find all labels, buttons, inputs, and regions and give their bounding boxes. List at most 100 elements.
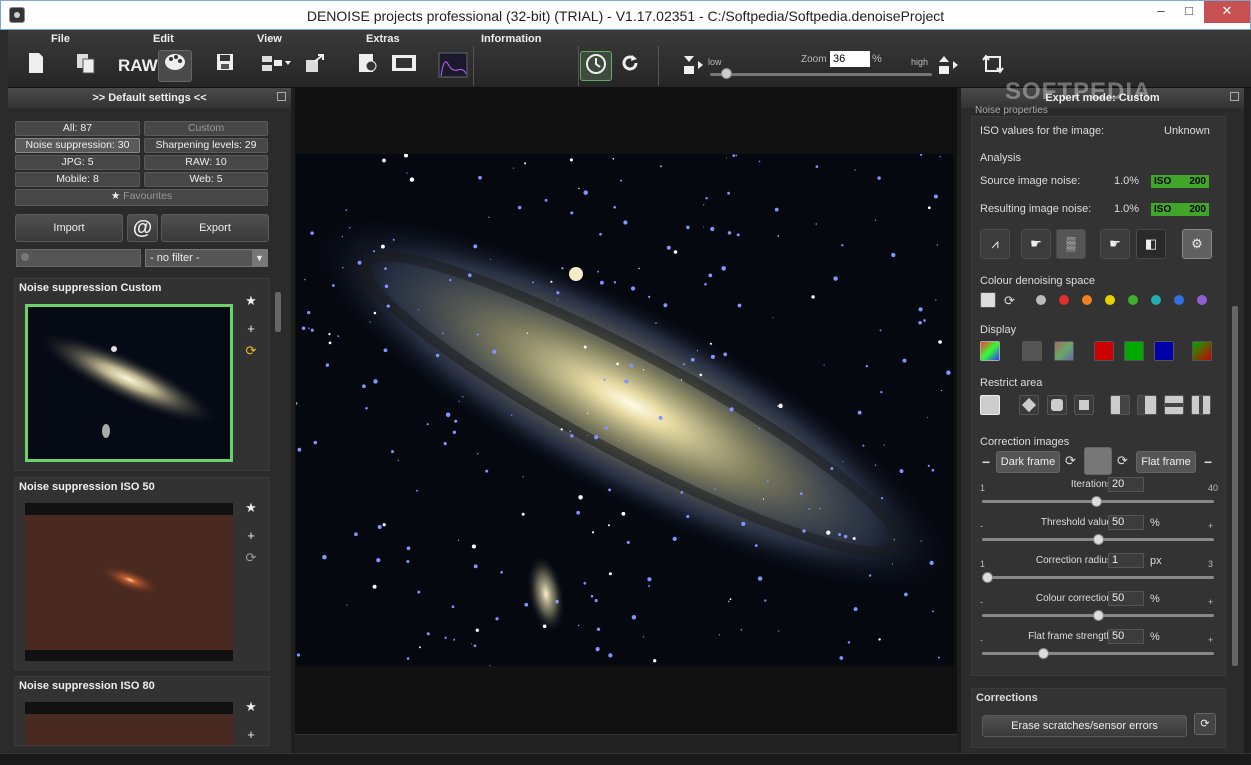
histogram-icon[interactable] [436,52,470,80]
new-file-icon[interactable] [22,52,50,80]
rotate-crop-icon[interactable] [979,52,1007,80]
hand-point-icon[interactable]: ☛ [1100,229,1130,259]
filter-raw-button[interactable]: RAW: 10 [144,155,268,170]
zoom-slider-track[interactable] [710,73,932,76]
slider-handle[interactable] [1093,610,1104,621]
batch-icon[interactable] [353,52,381,80]
zoom-slider-handle[interactable] [720,68,732,79]
view-layout-icon[interactable] [258,52,294,80]
dock-icon[interactable] [1230,92,1239,101]
compare-icon[interactable] [388,52,420,80]
sync-icon[interactable]: ⟳ [1004,293,1015,309]
presets-scrollbar[interactable] [274,278,282,746]
slider-track[interactable] [982,648,1214,659]
export-button[interactable]: Export [161,214,269,242]
display-channels-icon[interactable] [1054,341,1074,361]
filter-custom-button[interactable]: Custom [144,121,268,136]
open-copy-icon[interactable] [72,52,100,80]
preset-search-input[interactable] [16,249,141,267]
area-diamond-icon[interactable] [1019,395,1039,415]
area-right-half-icon[interactable] [1137,395,1157,415]
share-at-button[interactable]: @ [127,214,158,242]
menu-edit[interactable]: Edit [153,33,174,45]
slider-track[interactable] [982,572,1214,583]
filter-favourites-button[interactable]: ★ Favourites [15,189,268,206]
sync-icon[interactable]: ⟳ [243,343,259,359]
preset-thumbnail[interactable] [25,702,233,745]
colour-dot-orange[interactable] [1082,295,1092,305]
camera-icon[interactable] [980,292,996,308]
filter-web-button[interactable]: Web: 5 [144,172,268,187]
erase-scratches-button[interactable]: Erase scratches/sensor errors [982,715,1187,737]
export-view-icon[interactable] [301,52,329,80]
display-rgb-icon[interactable] [980,341,1000,361]
erase-sync-icon[interactable]: ⟳ [1194,713,1216,735]
compass-tool-icon[interactable]: ⩘ [980,229,1010,259]
preset-card[interactable]: Noise suppression ISO 50 ★ + ⟳ [14,477,270,670]
filter-noise-button[interactable]: Noise suppression: 30 [15,138,140,153]
menu-information[interactable]: Information [481,33,542,45]
colour-dot-red[interactable] [1059,295,1069,305]
slider-track[interactable] [982,534,1214,545]
scrollbar-thumb[interactable] [275,292,281,332]
raw-button[interactable]: RAW [118,52,158,80]
slider-value-input[interactable]: 50 [1108,591,1144,606]
remove-dark-frame-icon[interactable]: − [982,454,990,470]
filter-jpg-button[interactable]: JPG: 5 [15,155,140,170]
settings-gear-icon[interactable]: ⚙ [1182,229,1212,259]
image-horizontal-scrollbar[interactable] [295,734,957,753]
dark-frame-button[interactable]: Dark frame [996,451,1060,473]
slider-handle[interactable] [1090,496,1102,507]
colour-dot-green[interactable] [1128,295,1138,305]
slider-value-input[interactable]: 50 [1108,629,1144,644]
maximize-button[interactable]: □ [1175,1,1203,23]
menu-extras[interactable]: Extras [366,33,400,45]
colour-dot-grey[interactable] [1036,295,1046,305]
area-left-half-icon[interactable] [1110,395,1130,415]
slider-handle[interactable] [1037,648,1049,659]
dark-frame-sync-icon[interactable]: ⟳ [1065,453,1076,469]
colour-dot-purple[interactable] [1197,295,1207,305]
preview-toggle-icon[interactable] [580,51,612,81]
area-square-icon[interactable] [1074,395,1094,415]
filter-all-button[interactable]: All: 87 [15,121,140,136]
preset-card[interactable]: Noise suppression Custom ★ + ⟳ [14,278,270,471]
hand-tool-icon[interactable]: ☛ [1021,229,1051,259]
slider-track[interactable] [982,610,1214,621]
add-icon[interactable]: + [243,528,259,543]
add-icon[interactable]: + [243,727,259,742]
favourite-star-icon[interactable]: ★ [243,500,259,516]
area-hexagon-icon[interactable] [1047,395,1067,415]
display-split-icon[interactable] [1192,341,1212,361]
preset-thumbnail[interactable] [25,304,233,462]
favourite-star-icon[interactable]: ★ [243,293,259,309]
sync-icon[interactable]: ⟳ [243,550,259,566]
slider-track[interactable] [982,496,1214,507]
area-horizontal-icon[interactable] [1164,395,1184,415]
menu-file[interactable]: File [51,33,70,45]
colour-dot-blue[interactable] [1174,295,1184,305]
menu-view[interactable]: View [257,33,282,45]
colour-dot-cyan[interactable] [1151,295,1161,305]
display-mono-icon[interactable] [1022,341,1042,361]
preset-thumbnail[interactable] [25,503,233,661]
palette-icon[interactable] [158,50,192,82]
area-full-icon[interactable] [980,395,1000,415]
preset-card[interactable]: Noise suppression ISO 80 ★ + [14,676,270,746]
add-icon[interactable]: + [243,321,259,336]
slider-handle[interactable] [1093,534,1104,545]
flat-frame-sync-icon[interactable]: ⟳ [1117,453,1128,469]
slider-handle[interactable] [982,572,993,583]
scrollbar-thumb[interactable] [1232,306,1238,666]
zoom-out-icon[interactable] [678,52,708,80]
noise-pattern-icon[interactable]: ▒ [1056,229,1086,259]
display-blue-icon[interactable] [1154,341,1174,361]
image-view[interactable] [295,88,957,753]
expert-panel-scrollbar[interactable] [1231,116,1239,676]
filter-sharpening-button[interactable]: Sharpening levels: 29 [144,138,268,153]
preset-filter-select[interactable]: - no filter - ▼ [145,249,268,267]
filter-mobile-button[interactable]: Mobile: 8 [15,172,140,187]
import-button[interactable]: Import [15,214,123,242]
slider-value-input[interactable]: 20 [1108,477,1144,492]
slider-value-input[interactable]: 1 [1108,553,1144,568]
